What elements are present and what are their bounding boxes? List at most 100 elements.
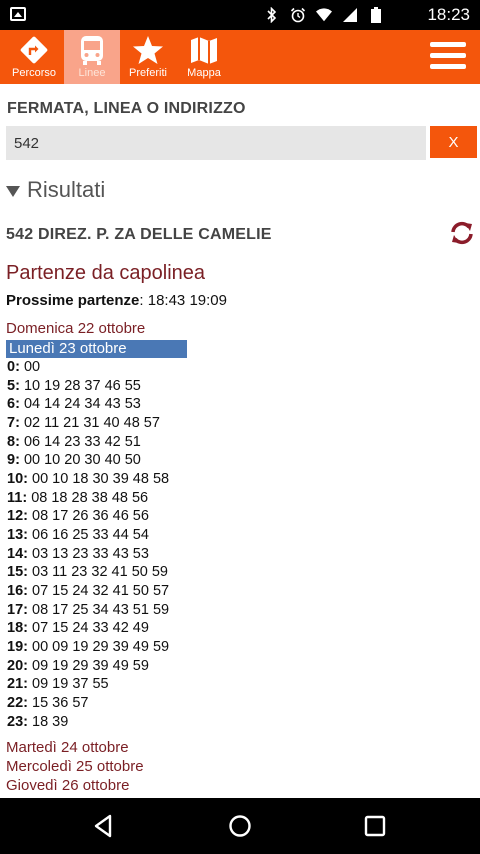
results-toggle[interactable]: Risultati	[6, 177, 105, 203]
schedule-hour: 23:	[7, 713, 28, 730]
schedule-hour: 16:	[7, 583, 28, 600]
schedule-hour: 15:	[7, 564, 28, 581]
schedule-minutes: 09 19 37 55	[32, 676, 109, 693]
next-departures-label: Prossime partenze	[6, 292, 140, 309]
schedule-hour: 6:	[7, 396, 20, 413]
tab-label: Percorso	[11, 67, 57, 79]
schedule-row: 12: 08 17 26 36 46 56	[7, 507, 169, 526]
recents-icon[interactable]	[361, 812, 389, 840]
schedule-hour: 21:	[7, 676, 28, 693]
refresh-icon[interactable]	[448, 219, 476, 247]
schedule-minutes: 07 15 24 33 42 49	[32, 620, 149, 637]
home-icon[interactable]	[226, 812, 254, 840]
battery-icon	[368, 7, 384, 23]
schedule-minutes: 15 36 57	[32, 695, 89, 712]
collapse-triangle-icon	[6, 185, 20, 197]
map-icon	[188, 34, 220, 66]
schedule-minutes: 09 19 29 39 49 59	[32, 657, 149, 674]
status-bar: 18:23	[0, 0, 480, 30]
results-header-label: Risultati	[27, 177, 106, 202]
schedule-row: 19: 00 09 19 29 39 49 59	[7, 638, 169, 657]
tab-label: Mappa	[187, 67, 221, 79]
clear-search-button[interactable]: X	[430, 126, 477, 158]
day-link[interactable]: Domenica 22 ottobre	[6, 320, 145, 337]
schedule-row: 11: 08 18 28 38 48 56	[7, 489, 169, 508]
schedule-row: 21: 09 19 37 55	[7, 675, 169, 694]
day-link[interactable]: Mercoledì 25 ottobre	[6, 758, 144, 775]
schedule-row: 16: 07 15 24 32 41 50 57	[7, 582, 169, 601]
schedule-row: 6: 04 14 24 34 43 53	[7, 395, 169, 414]
schedule-minutes: 00 10 20 30 40 50	[23, 452, 141, 469]
tab-preferiti[interactable]: Preferiti	[120, 30, 176, 84]
schedule-hour: 19:	[7, 639, 28, 656]
schedule-hour: 0:	[7, 359, 20, 375]
selected-day[interactable]: Lunedì 23 ottobre	[6, 340, 187, 358]
schedule-minutes: 00	[23, 359, 41, 375]
search-input[interactable]	[6, 126, 426, 160]
schedule-row: 7: 02 11 21 31 40 48 57	[7, 414, 169, 433]
wifi-icon	[316, 7, 332, 23]
schedule-hour: 18:	[7, 620, 28, 637]
day-link[interactable]: Martedì 24 ottobre	[6, 739, 129, 756]
schedule-row: 15: 03 11 23 32 41 50 59	[7, 563, 169, 582]
schedule-minutes: 03 13 23 33 43 53	[32, 545, 149, 562]
tab-linee[interactable]: Linee	[64, 30, 120, 84]
schedule-minutes: 10 19 28 37 46 55	[23, 377, 141, 394]
schedule-row: 18: 07 15 24 33 42 49	[7, 619, 169, 638]
system-nav-bar	[0, 798, 480, 854]
schedule-hour: 8:	[7, 433, 20, 450]
schedule-row: 8: 06 14 23 33 42 51	[7, 433, 169, 452]
schedule-row: 13: 06 16 25 33 44 54	[7, 526, 169, 545]
schedule-hour: 11:	[7, 489, 28, 506]
signal-icon	[342, 7, 358, 23]
tab-mappa[interactable]: Mappa	[176, 30, 232, 84]
tab-label: Preferiti	[129, 67, 167, 79]
schedule-hour: 17:	[7, 601, 28, 618]
schedule-minutes: 18 39	[32, 713, 69, 730]
schedule-minutes: 02 11 21 31 40 48 57	[23, 415, 160, 432]
hamburger-menu-icon[interactable]	[430, 42, 466, 70]
star-icon	[132, 34, 164, 66]
schedule-hour: 22:	[7, 695, 28, 712]
schedule-hour: 20:	[7, 657, 28, 674]
schedule-row: 14: 03 13 23 33 43 53	[7, 545, 169, 564]
route-sign-icon	[18, 34, 50, 66]
app-bar: Percorso Linee Preferiti Mappa	[0, 30, 480, 84]
day-link[interactable]: Giovedì 26 ottobre	[6, 777, 129, 794]
schedule-minutes: 07 15 24 32 41 50 57	[32, 583, 170, 600]
schedule-row: 22: 15 36 57	[7, 694, 169, 713]
schedule-hour: 9:	[7, 452, 20, 469]
gallery-notification-icon	[10, 7, 26, 21]
schedule-minutes: 06 14 23 33 42 51	[23, 433, 141, 450]
schedule-minutes: 08 17 26 36 46 56	[32, 508, 149, 525]
schedule-row: 10: 00 10 18 30 39 48 58	[7, 470, 169, 489]
next-departures-times: 18:43 19:09	[147, 292, 227, 309]
search-label: FERMATA, LINEA O INDIRIZZO	[7, 100, 246, 117]
schedule-row: 23: 18 39	[7, 713, 169, 732]
bus-icon	[76, 34, 108, 66]
schedule-minutes: 08 17 25 34 43 51 59	[32, 601, 170, 618]
bluetooth-icon	[264, 7, 280, 23]
schedule-hour: 14:	[7, 545, 28, 562]
schedule-row: 17: 08 17 25 34 43 51 59	[7, 601, 169, 620]
alarm-icon	[290, 7, 306, 23]
schedule-hour: 13:	[7, 527, 28, 544]
departures-heading: Partenze da capolinea	[6, 262, 206, 284]
schedule-row: 20: 09 19 29 39 49 59	[7, 657, 169, 676]
schedule-row: 0: 00	[7, 358, 169, 377]
schedule-row: 9: 00 10 20 30 40 50	[7, 451, 169, 470]
line-title: 542 DIREZ. P. ZA DELLE CAMELIE	[6, 226, 272, 243]
tab-percorso[interactable]: Percorso	[6, 30, 62, 84]
schedule-hour: 5:	[7, 377, 20, 394]
schedule-minutes: 04 14 24 34 43 53	[23, 396, 141, 413]
schedule-minutes: 08 18 28 38 48 56	[31, 489, 149, 506]
schedule-hour: 12:	[7, 508, 28, 525]
back-icon[interactable]	[90, 812, 118, 840]
tab-label: Linee	[78, 67, 106, 79]
timetable: 0: 00 5: 10 19 28 37 46 55 6: 04 14 24 34 …	[7, 358, 169, 731]
schedule-minutes: 06 16 25 33 44 54	[32, 527, 149, 544]
schedule-minutes: 00 09 19 29 39 49 59	[32, 639, 170, 656]
schedule-minutes: 03 11 23 32 41 50 59	[32, 564, 168, 581]
schedule-hour: 7:	[7, 415, 20, 432]
schedule-minutes: 00 10 18 30 39 48 58	[32, 471, 170, 488]
